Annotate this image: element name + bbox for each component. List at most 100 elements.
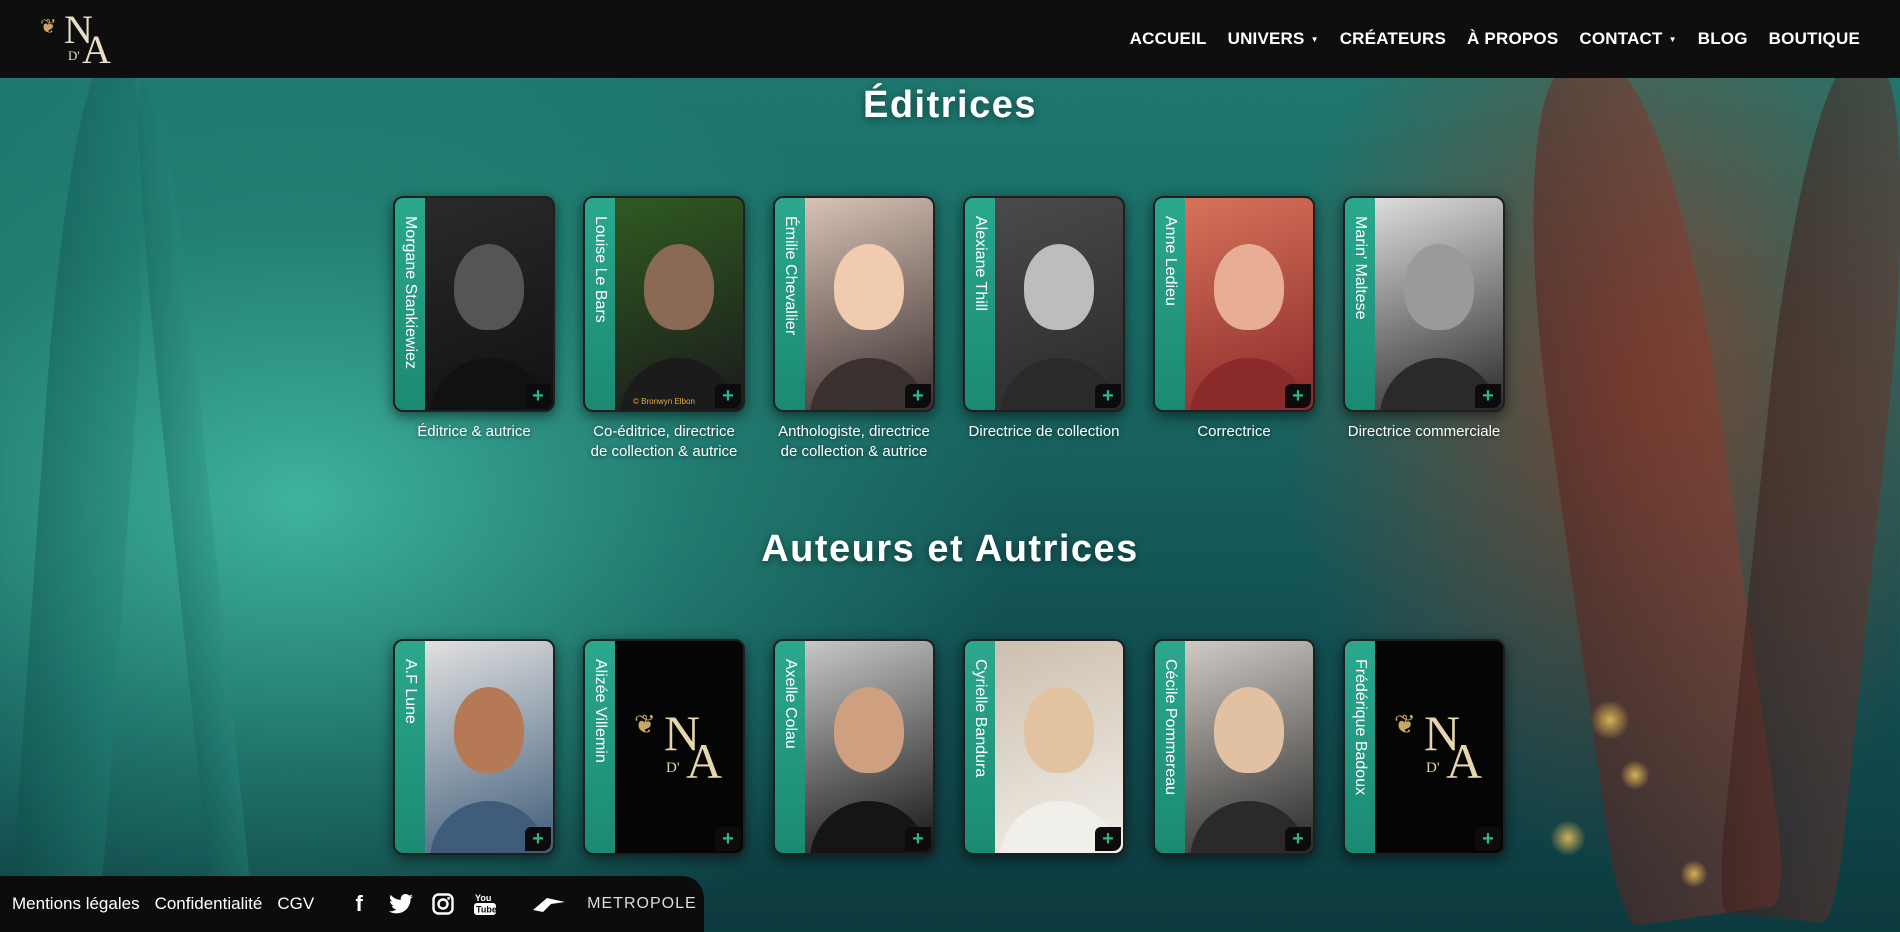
nav-accueil[interactable]: ACCUEIL bbox=[1130, 29, 1207, 49]
creator-name: Marin' Maltese bbox=[1352, 216, 1369, 320]
plus-icon[interactable]: + bbox=[1095, 827, 1121, 851]
creator-card[interactable]: Émilie Chevallier + bbox=[773, 196, 935, 412]
creator-item: ❦ N D' A Frédérique Badoux + bbox=[1343, 639, 1505, 855]
creator-photo bbox=[425, 198, 553, 410]
creator-item: Axelle Colau + bbox=[773, 639, 935, 855]
portrait-face bbox=[1214, 244, 1284, 331]
creator-item: Anne Ledieu + Correctrice bbox=[1153, 196, 1315, 462]
top-navigation-bar: ❦ N D' A ACCUEIL UNIVERS ▼ CRÉATEURS À PR… bbox=[0, 0, 1900, 78]
footer-bar: Mentions légales Confidentialité CGV f Y… bbox=[0, 876, 704, 932]
creator-card[interactable]: Anne Ledieu + bbox=[1153, 196, 1315, 412]
creator-item: A.F Lune + bbox=[393, 639, 555, 855]
creator-role: Anthologiste, directrice de collection &… bbox=[778, 423, 930, 460]
plus-icon[interactable]: + bbox=[715, 827, 741, 851]
creator-item: Alexiane Thill + Directrice de collection bbox=[963, 196, 1125, 462]
nav-blog[interactable]: BLOG bbox=[1698, 29, 1748, 49]
caret-down-icon: ▼ bbox=[1668, 34, 1677, 44]
creator-role: Éditrice & autrice bbox=[417, 423, 531, 440]
twitter-icon[interactable] bbox=[387, 890, 415, 918]
portrait-face bbox=[454, 687, 524, 774]
creator-photo: ❦ N D' A bbox=[1375, 641, 1503, 853]
creator-role: Correctrice bbox=[1197, 423, 1271, 440]
creator-photo bbox=[425, 641, 553, 853]
creator-card[interactable]: ❦ N D' A Frédérique Badoux + bbox=[1343, 639, 1505, 855]
na-logo-mark: ❦ N D' A bbox=[634, 705, 723, 789]
creator-card[interactable]: Alexiane Thill + bbox=[963, 196, 1125, 412]
editrices-grid: Morgane Stankiewiez + Éditrice & autrice © … bbox=[393, 196, 1505, 462]
facebook-icon[interactable]: f bbox=[345, 890, 373, 918]
plus-icon[interactable]: + bbox=[1475, 827, 1501, 851]
creator-name: Anne Ledieu bbox=[1162, 216, 1179, 306]
creator-name: Alexiane Thill bbox=[972, 216, 989, 311]
partner-metropole-rennes[interactable]: METROPOLE bbox=[587, 895, 696, 913]
name-strip: Alizée Villemin bbox=[585, 641, 615, 853]
youtube-icon[interactable]: You Tube bbox=[471, 890, 499, 918]
creator-item: Morgane Stankiewiez + Éditrice & autrice bbox=[393, 196, 555, 462]
creator-photo bbox=[995, 198, 1123, 410]
plus-icon[interactable]: + bbox=[1095, 384, 1121, 408]
instagram-icon[interactable] bbox=[429, 890, 457, 918]
creator-card[interactable]: Morgane Stankiewiez + bbox=[393, 196, 555, 412]
partner-region-bretagne[interactable] bbox=[529, 892, 569, 916]
light-glow bbox=[1590, 700, 1630, 740]
creator-card[interactable]: Cécile Pommereau + bbox=[1153, 639, 1315, 855]
footer-link-cgv[interactable]: CGV bbox=[277, 894, 314, 914]
footer-link-confidentialite[interactable]: Confidentialité bbox=[155, 894, 263, 914]
name-strip: Frédérique Badoux bbox=[1345, 641, 1375, 853]
creator-role: Co-éditrice, directrice de collection & … bbox=[590, 423, 738, 460]
photo-credit: © Bronwyn Elbon bbox=[633, 397, 695, 406]
creator-item: Cyrielle Bandura + bbox=[963, 639, 1125, 855]
creator-name: Cyrielle Bandura bbox=[972, 659, 989, 778]
section-title-auteurs: Auteurs et Autrices bbox=[761, 528, 1139, 570]
na-logo-mark: ❦ N D' A bbox=[1394, 705, 1483, 789]
tree-trunk bbox=[126, 80, 254, 920]
creator-name: Émilie Chevallier bbox=[782, 216, 799, 336]
creator-card[interactable]: © Bronwyn Elbon Louise Le Bars + bbox=[583, 196, 745, 412]
portrait-face bbox=[1404, 244, 1474, 331]
svg-text:You: You bbox=[475, 893, 491, 903]
creator-card[interactable]: Marin' Maltese + bbox=[1343, 196, 1505, 412]
light-glow bbox=[1680, 860, 1708, 888]
section-title-editrices: Éditrices bbox=[862, 84, 1038, 126]
plus-icon[interactable]: + bbox=[1285, 384, 1311, 408]
creator-role: Directrice commerciale bbox=[1347, 423, 1501, 440]
plus-icon[interactable]: + bbox=[525, 827, 551, 851]
creator-card[interactable]: Cyrielle Bandura + bbox=[963, 639, 1125, 855]
portrait-face bbox=[454, 244, 524, 331]
creator-role: Directrice de collection bbox=[968, 423, 1120, 440]
plus-icon[interactable]: + bbox=[905, 384, 931, 408]
creator-photo: © Bronwyn Elbon bbox=[615, 198, 743, 410]
creator-photo: ❦ N D' A bbox=[615, 641, 743, 853]
footer-link-mentions[interactable]: Mentions légales bbox=[12, 894, 140, 914]
nav-a-propos[interactable]: À PROPOS bbox=[1467, 29, 1558, 49]
creator-card[interactable]: ❦ N D' A Alizée Villemin + bbox=[583, 639, 745, 855]
nav-univers[interactable]: UNIVERS ▼ bbox=[1228, 29, 1319, 49]
plus-icon[interactable]: + bbox=[905, 827, 931, 851]
name-strip: Cyrielle Bandura bbox=[965, 641, 995, 853]
site-logo[interactable]: ❦ N D' A bbox=[38, 6, 111, 72]
logo-flourish-icon: ❦ bbox=[40, 16, 57, 38]
portrait-face bbox=[834, 687, 904, 774]
plus-icon[interactable]: + bbox=[1475, 384, 1501, 408]
name-strip: Alexiane Thill bbox=[965, 198, 995, 410]
nav-contact[interactable]: CONTACT ▼ bbox=[1579, 29, 1676, 49]
plus-icon[interactable]: + bbox=[1285, 827, 1311, 851]
creator-card[interactable]: A.F Lune + bbox=[393, 639, 555, 855]
creator-name: A.F Lune bbox=[402, 659, 419, 724]
nav-createurs[interactable]: CRÉATEURS bbox=[1340, 29, 1446, 49]
auteurs-grid: A.F Lune + ❦ N D' A Alizée Villemin + Axelle Col… bbox=[393, 639, 1505, 855]
name-strip: A.F Lune bbox=[395, 641, 425, 853]
creator-name: Morgane Stankiewiez bbox=[402, 216, 419, 369]
creator-name: Axelle Colau bbox=[782, 659, 799, 749]
name-strip: Morgane Stankiewiez bbox=[395, 198, 425, 410]
creator-name: Frédérique Badoux bbox=[1352, 659, 1369, 796]
creator-item: © Bronwyn Elbon Louise Le Bars + Co-éditric… bbox=[583, 196, 745, 462]
creator-card[interactable]: Axelle Colau + bbox=[773, 639, 935, 855]
plus-icon[interactable]: + bbox=[525, 384, 551, 408]
portrait-face bbox=[834, 244, 904, 331]
tree-trunk bbox=[10, 57, 160, 923]
svg-text:Tube: Tube bbox=[476, 905, 497, 915]
nav-boutique[interactable]: BOUTIQUE bbox=[1769, 29, 1860, 49]
plus-icon[interactable]: + bbox=[715, 384, 741, 408]
name-strip: Louise Le Bars bbox=[585, 198, 615, 410]
